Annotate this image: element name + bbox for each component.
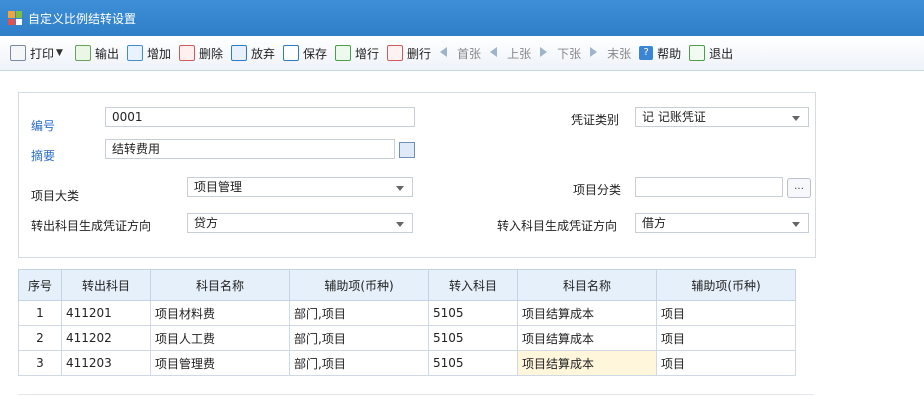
printer-icon (10, 45, 26, 61)
delete-row-button[interactable]: 删行 (383, 42, 435, 64)
app-icon (8, 11, 22, 25)
table-row[interactable]: 2 411202 项目人工费 部门,项目 5105 项目结算成本 项目 (18, 325, 796, 351)
first-page-icon (439, 46, 453, 60)
chevron-down-icon[interactable]: ▼ (56, 48, 63, 58)
cell-seq: 3 (18, 350, 62, 376)
cell-out-account[interactable]: 411203 (61, 350, 151, 376)
browse-button[interactable]: … (787, 178, 811, 198)
toolbar: 打印 ▼ 输出 增加 删除 放弃 保存 增行 删行 首张 上张 下张 末张 ? … (0, 36, 924, 71)
table-bottom-divider (18, 394, 814, 395)
out-direction-label: 转出科目生成凭证方向 (31, 219, 152, 233)
cell-out-aux[interactable]: 部门,项目 (289, 300, 429, 326)
summary-field[interactable]: 结转费用 (105, 139, 395, 159)
add-icon (126, 45, 143, 61)
col-out-account-header[interactable]: 转出科目 (61, 269, 151, 301)
col-out-aux-header[interactable]: 辅助项(币种) (289, 269, 429, 301)
cell-seq: 1 (18, 300, 62, 326)
cell-in-name[interactable]: 项目结算成本 (517, 300, 657, 326)
delete-icon (178, 45, 195, 61)
cell-in-name-selected[interactable]: 项目结算成本 (517, 350, 657, 376)
exit-icon (689, 45, 706, 61)
summary-label: 摘要 (31, 149, 56, 163)
table-row[interactable]: 1 411201 项目材料费 部门,项目 5105 项目结算成本 项目 (18, 300, 796, 326)
export-icon (74, 45, 91, 61)
project-class-field[interactable] (635, 177, 783, 197)
cell-in-account[interactable]: 5105 (428, 350, 518, 376)
project-category-label: 项目大类 (31, 189, 80, 203)
col-in-aux-header[interactable]: 辅助项(币种) (656, 269, 796, 301)
save-button[interactable]: 保存 (279, 42, 331, 64)
voucher-type-label: 凭证类别 (571, 113, 620, 127)
save-icon (283, 45, 299, 61)
cell-out-aux[interactable]: 部门,项目 (289, 325, 429, 351)
next-page-icon (539, 46, 553, 60)
delete-row-icon (387, 45, 404, 61)
cell-out-name[interactable]: 项目管理费 (150, 350, 290, 376)
allocation-table: 序号 转出科目 科目名称 辅助项(币种) 转入科目 科目名称 辅助项(币种) 1… (18, 269, 796, 376)
cell-out-account[interactable]: 411201 (61, 300, 151, 326)
last-record-button[interactable]: 末张 (585, 42, 635, 64)
prev-page-icon (489, 46, 503, 60)
project-class-label: 项目分类 (573, 183, 622, 197)
cell-out-name[interactable]: 项目人工费 (150, 325, 290, 351)
cell-seq: 2 (18, 325, 62, 351)
cell-in-name[interactable]: 项目结算成本 (517, 325, 657, 351)
number-field[interactable]: 0001 (105, 107, 415, 127)
delete-button[interactable]: 删除 (175, 42, 227, 64)
voucher-type-select[interactable]: 记 记账凭证 (635, 107, 809, 127)
insert-row-icon (335, 45, 352, 61)
export-button[interactable]: 输出 (71, 42, 123, 64)
col-in-account-header[interactable]: 转入科目 (428, 269, 518, 301)
help-button[interactable]: ? 帮助 (635, 42, 685, 64)
discard-icon (230, 45, 247, 61)
last-page-icon (589, 46, 603, 60)
window-title: 自定义比例结转设置 (28, 11, 137, 26)
print-button[interactable]: 打印 ▼ (6, 42, 71, 64)
cell-in-aux[interactable]: 项目 (656, 300, 796, 326)
col-seq-header[interactable]: 序号 (18, 269, 62, 301)
cell-in-aux[interactable]: 项目 (656, 350, 796, 376)
cell-in-account[interactable]: 5105 (428, 325, 518, 351)
cell-in-aux[interactable]: 项目 (656, 325, 796, 351)
cell-out-account[interactable]: 411202 (61, 325, 151, 351)
in-direction-label: 转入科目生成凭证方向 (497, 219, 618, 233)
first-record-button[interactable]: 首张 (435, 42, 485, 64)
table-header-row: 序号 转出科目 科目名称 辅助项(币种) 转入科目 科目名称 辅助项(币种) (18, 269, 796, 301)
col-out-name-header[interactable]: 科目名称 (150, 269, 290, 301)
add-button[interactable]: 增加 (123, 42, 175, 64)
discard-button[interactable]: 放弃 (227, 42, 279, 64)
project-category-select[interactable]: 项目管理 (187, 177, 413, 197)
exit-button[interactable]: 退出 (685, 42, 737, 64)
insert-row-button[interactable]: 增行 (331, 42, 383, 64)
out-direction-select[interactable]: 贷方 (187, 213, 413, 233)
next-record-button[interactable]: 下张 (535, 42, 585, 64)
help-icon: ? (639, 46, 654, 60)
cell-out-name[interactable]: 项目材料费 (150, 300, 290, 326)
table-row[interactable]: 3 411203 项目管理费 部门,项目 5105 项目结算成本 项目 (18, 350, 796, 376)
form-panel: 编号 0001 凭证类别 记 记账凭证 摘要 结转费用 项目大类 项目管理 项目… (18, 92, 816, 258)
col-in-name-header[interactable]: 科目名称 (517, 269, 657, 301)
cell-in-account[interactable]: 5105 (428, 300, 518, 326)
in-direction-select[interactable]: 借方 (635, 213, 809, 233)
prev-record-button[interactable]: 上张 (485, 42, 535, 64)
title-bar: 自定义比例结转设置 (0, 0, 924, 36)
number-label: 编号 (31, 119, 56, 133)
cell-out-aux[interactable]: 部门,项目 (289, 350, 429, 376)
calendar-icon[interactable] (399, 142, 415, 158)
